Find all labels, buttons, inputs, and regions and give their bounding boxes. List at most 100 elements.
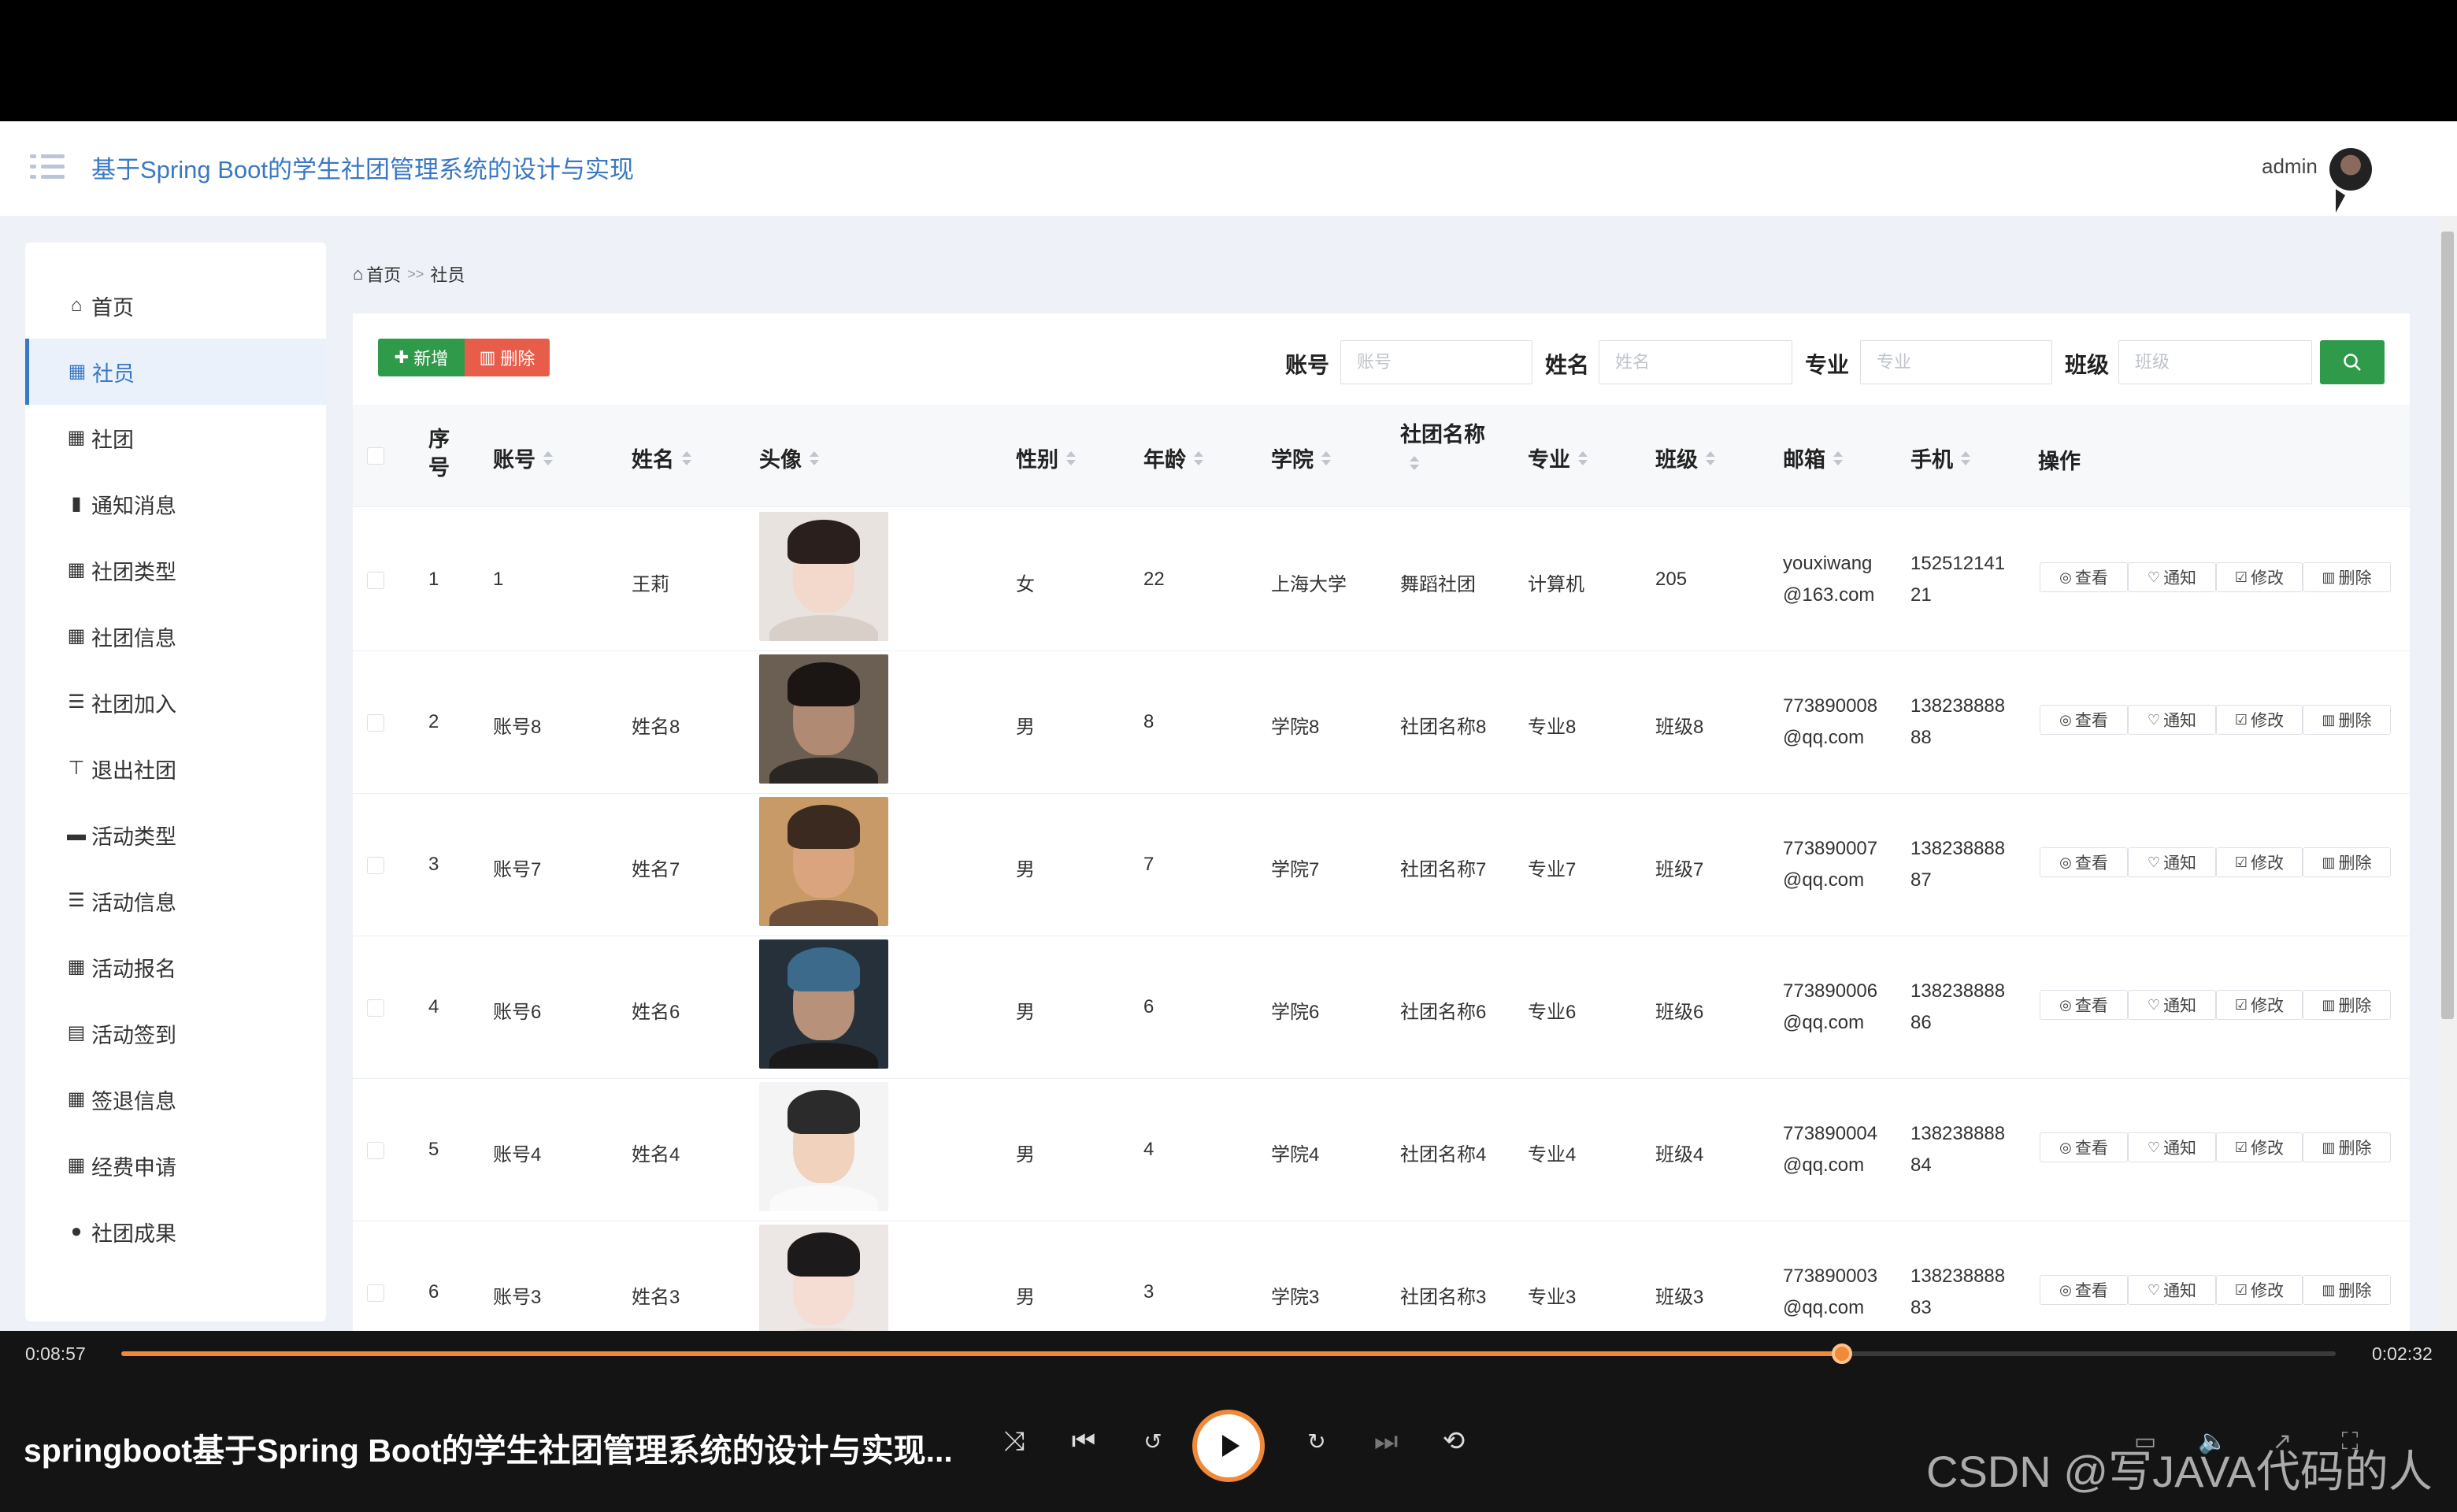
row-delete-button[interactable]: ▥ 删除	[2303, 990, 2391, 1020]
edit-button[interactable]: ☑ 修改	[2216, 562, 2303, 592]
table-row[interactable]: 3 账号7 姓名7 男 7 学院7 社团名称7 专业7 班级7 773890007 @qq.com 1…	[353, 794, 2410, 936]
row-delete-button[interactable]: ▥ 删除	[2303, 1275, 2391, 1305]
sidebar-item[interactable]: ▦ 经费申请	[25, 1132, 326, 1199]
view-button[interactable]: ◎ 查看	[2040, 705, 2128, 735]
user-avatar[interactable]	[2329, 148, 2372, 191]
col-phone[interactable]: 手机	[1910, 443, 1970, 473]
user-name[interactable]: admin	[2262, 154, 2318, 179]
heart-icon: ♡	[2147, 996, 2161, 1013]
notify-button[interactable]: ♡ 通知	[2128, 847, 2216, 877]
sidebar-item[interactable]: ▤ 活动签到	[25, 1000, 326, 1066]
account-filter-input[interactable]	[1340, 340, 1532, 384]
sidebar-item[interactable]: ☰ 活动信息	[25, 868, 326, 934]
row-checkbox[interactable]	[367, 1284, 384, 1302]
row-checkbox[interactable]	[367, 857, 384, 874]
col-college[interactable]: 学院	[1271, 443, 1331, 473]
rewind-10-icon[interactable]: ↺	[1134, 1422, 1172, 1460]
progress-knob[interactable]	[1831, 1343, 1852, 1364]
scrollbar-thumb[interactable]	[2441, 232, 2454, 1019]
col-account[interactable]: 账号	[493, 443, 553, 473]
row-delete-button[interactable]: ▥ 删除	[2303, 705, 2391, 735]
col-gender[interactable]: 性别	[1016, 443, 1076, 473]
col-gender-label: 性别	[1016, 448, 1058, 472]
sort-icon[interactable]	[1961, 450, 1970, 465]
sidebar-item-label: 社团类型	[91, 560, 176, 584]
view-button[interactable]: ◎ 查看	[2040, 1132, 2128, 1162]
row-delete-button[interactable]: ▥ 删除	[2303, 1132, 2391, 1162]
sidebar-item[interactable]: ▦ 社员	[25, 339, 326, 405]
row-checkbox[interactable]	[367, 1142, 384, 1159]
sort-icon[interactable]	[1194, 450, 1203, 465]
menu-toggle-icon[interactable]	[30, 153, 65, 181]
row-delete-button[interactable]: ▥ 删除	[2303, 562, 2391, 592]
sidebar-item[interactable]: ▬ 活动类型	[25, 802, 326, 868]
sort-icon[interactable]	[682, 450, 691, 465]
view-button[interactable]: ◎ 查看	[2040, 562, 2128, 592]
col-age[interactable]: 年龄	[1143, 443, 1203, 473]
previous-icon[interactable]: ⏮	[1065, 1422, 1102, 1460]
delete-button[interactable]: ▥ 删除	[465, 339, 550, 376]
sidebar-item[interactable]: ▦ 社团	[25, 405, 326, 471]
edit-button[interactable]: ☑ 修改	[2216, 847, 2303, 877]
progress-track[interactable]	[121, 1343, 2336, 1364]
notify-button[interactable]: ♡ 通知	[2128, 1275, 2216, 1305]
view-button[interactable]: ◎ 查看	[2040, 990, 2128, 1020]
view-button[interactable]: ◎ 查看	[2040, 1275, 2128, 1305]
notify-button[interactable]: ♡ 通知	[2128, 990, 2216, 1020]
sidebar-item[interactable]: ⊤ 退出社团	[25, 736, 326, 802]
notify-button[interactable]: ♡ 通知	[2128, 562, 2216, 592]
col-email[interactable]: 邮箱	[1783, 443, 1843, 473]
name-filter-input[interactable]	[1599, 340, 1792, 384]
row-checkbox[interactable]	[367, 572, 384, 589]
play-button[interactable]	[1192, 1410, 1265, 1482]
sort-icon[interactable]	[543, 450, 553, 465]
class-filter-input[interactable]	[2118, 340, 2312, 384]
forward-30-icon[interactable]: ↻	[1298, 1422, 1336, 1460]
sidebar-item[interactable]: ▮ 通知消息	[25, 471, 326, 537]
notify-button[interactable]: ♡ 通知	[2128, 705, 2216, 735]
shuffle-icon[interactable]: ⤨	[995, 1422, 1033, 1460]
sort-icon[interactable]	[1066, 450, 1076, 465]
sort-icon[interactable]	[1578, 450, 1588, 465]
edit-button[interactable]: ☑ 修改	[2216, 1132, 2303, 1162]
notify-button[interactable]: ♡ 通知	[2128, 1132, 2216, 1162]
sidebar-item[interactable]: ▦ 签退信息	[25, 1066, 326, 1132]
table-row[interactable]: 2 账号8 姓名8 男 8 学院8 社团名称8 专业8 班级8 773890008 @qq.com 1…	[353, 651, 2410, 794]
table-row[interactable]: 1 1 王莉 女 22 上海大学 舞蹈社团 计算机 205 youxiwang @163.com 15…	[353, 509, 2410, 651]
page-scrollbar[interactable]	[2438, 216, 2457, 1331]
sort-icon[interactable]	[1833, 450, 1843, 465]
search-button[interactable]	[2320, 340, 2385, 384]
edit-button[interactable]: ☑ 修改	[2216, 705, 2303, 735]
sidebar-item[interactable]: ● 社团成果	[25, 1199, 326, 1265]
col-avatar[interactable]: 头像	[759, 443, 819, 473]
row-checkbox[interactable]	[367, 714, 384, 732]
row-delete-button[interactable]: ▥ 删除	[2303, 847, 2391, 877]
table-row[interactable]: 6 账号3 姓名3 男 3 学院3 社团名称3 专业3 班级3 773890003 @qq.com 1…	[353, 1221, 2410, 1331]
table-row[interactable]: 5 账号4 姓名4 男 4 学院4 社团名称4 专业4 班级4 773890004 @qq.com 1…	[353, 1079, 2410, 1221]
eye-icon: ◎	[2059, 711, 2072, 728]
sort-icon[interactable]	[1321, 450, 1331, 465]
col-club[interactable]: 社团名称	[1400, 417, 1485, 470]
next-icon[interactable]: ⏭	[1367, 1422, 1405, 1460]
sidebar-item[interactable]: ▦ 活动报名	[25, 934, 326, 1000]
edit-button[interactable]: ☑ 修改	[2216, 990, 2303, 1020]
sort-icon[interactable]	[810, 450, 819, 465]
edit-button[interactable]: ☑ 修改	[2216, 1275, 2303, 1305]
sidebar-item[interactable]: ▦ 社团类型	[25, 537, 326, 603]
col-major[interactable]: 专业	[1528, 443, 1588, 473]
sidebar-item[interactable]: ☰ 社团加入	[25, 669, 326, 736]
sort-icon[interactable]	[1410, 456, 1419, 470]
view-button[interactable]: ◎ 查看	[2040, 847, 2128, 877]
sort-icon[interactable]	[1706, 450, 1715, 465]
loop-icon[interactable]: ⟲	[1435, 1422, 1473, 1460]
select-all-checkbox[interactable]	[367, 447, 384, 465]
col-class[interactable]: 班级	[1655, 443, 1715, 473]
add-button[interactable]: ✚ 新增	[378, 339, 465, 376]
major-filter-input[interactable]	[1860, 340, 2052, 384]
col-name[interactable]: 姓名	[632, 443, 691, 473]
sidebar-item[interactable]: ▦ 社团信息	[25, 603, 326, 669]
table-row[interactable]: 4 账号6 姓名6 男 6 学院6 社团名称6 专业6 班级6 773890006 @qq.com 1…	[353, 936, 2410, 1079]
sidebar-item[interactable]: ⌂ 首页	[25, 272, 326, 339]
breadcrumb-home[interactable]: 首页	[366, 261, 401, 287]
row-checkbox[interactable]	[367, 999, 384, 1017]
